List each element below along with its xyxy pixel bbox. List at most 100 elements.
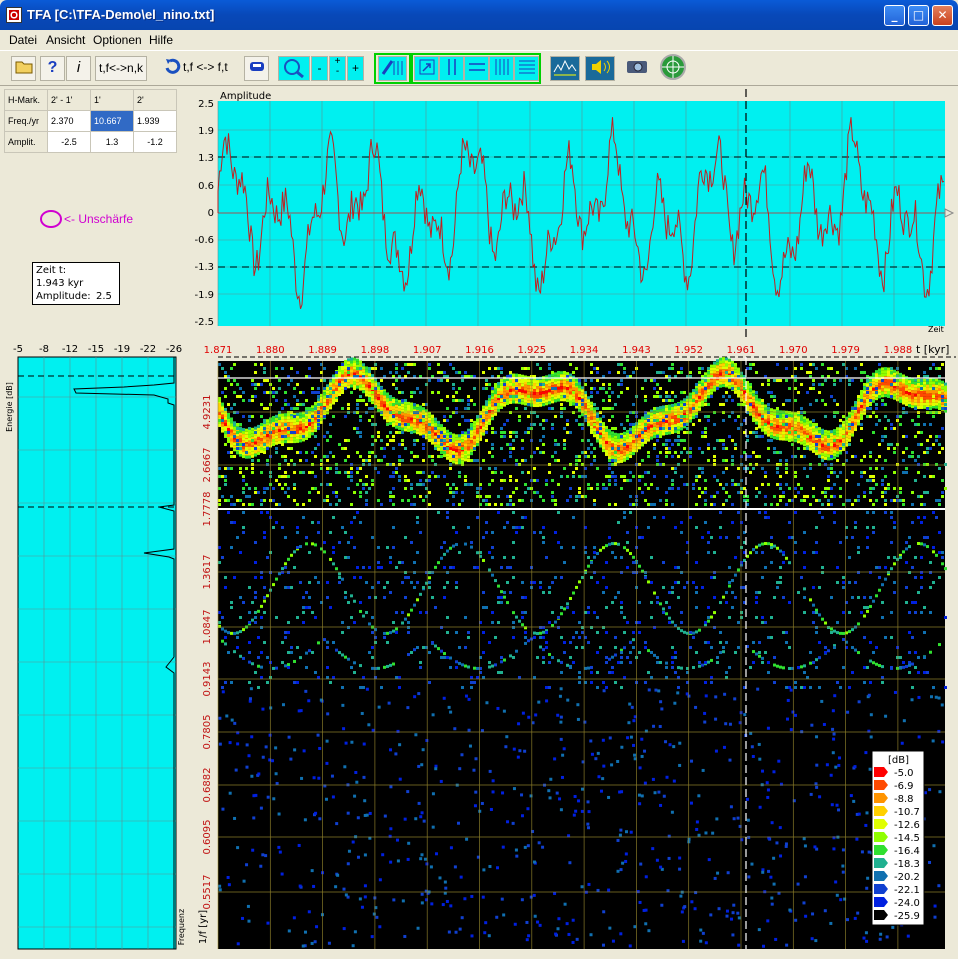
menu-datei[interactable]: Datei [9, 33, 37, 47]
spectrum-cell [587, 396, 590, 400]
spectrum-cell [704, 503, 707, 506]
spectrum-cell [932, 475, 935, 478]
spectrum-cell [833, 439, 836, 442]
spectrum-cell [554, 451, 557, 454]
spectrum-cell [452, 411, 455, 414]
spectrum-cell [644, 437, 647, 441]
spectrum-cell [659, 463, 662, 466]
spectrum-cell [257, 431, 260, 434]
spectrum-cell [704, 435, 707, 438]
spectrum-cell [590, 387, 593, 390]
spectrum-cell [785, 463, 788, 466]
marker-vertical-multi-icon[interactable] [489, 56, 514, 81]
spectrum-cell [626, 479, 629, 482]
spectrum-cell [671, 443, 674, 446]
spectrum-cell [428, 435, 431, 439]
spectrum-cell [689, 447, 692, 450]
close-button[interactable]: ✕ [932, 5, 953, 26]
marker-arrow-icon[interactable] [414, 56, 439, 81]
marker-horizontal-multi-icon[interactable] [514, 56, 539, 81]
spectrum-cell [488, 404, 491, 408]
marker-cell[interactable]: 1.3 [90, 131, 134, 153]
speaker-icon[interactable] [585, 56, 615, 81]
tf-nk-convert-button[interactable]: t,f<->n,k [95, 56, 148, 81]
minimize-button[interactable]: _ [884, 5, 905, 26]
marker-horizontal-pair-icon[interactable] [464, 56, 489, 81]
spectrum-cell [854, 428, 857, 432]
spectrum-cell [278, 463, 281, 466]
spectrum-cell [278, 425, 281, 429]
spectrum-cell [896, 386, 899, 390]
spectrum-cell [266, 487, 269, 490]
window-title: TFA [C:\TFA-Demo\el_nino.txt] [27, 7, 215, 22]
spectrum-cell [284, 566, 287, 569]
spectrum-cell [881, 495, 884, 498]
spectrum-cell [455, 458, 458, 462]
spectrum-cell [656, 455, 659, 458]
car-icon[interactable] [244, 56, 269, 81]
spectrum-cell [884, 391, 887, 395]
magnifier-icon[interactable] [278, 56, 310, 81]
tf-ft-swap-button[interactable]: t,f <-> f,t [180, 56, 231, 81]
spectrum-cell [578, 423, 581, 426]
zoom-in-button[interactable]: + [347, 56, 364, 81]
cursor-marker-icon[interactable] [378, 56, 407, 81]
menu-ansicht[interactable]: Ansicht [46, 33, 85, 47]
spectrum-cell [896, 395, 899, 399]
spectrum-cell [632, 437, 635, 441]
info-icon[interactable]: i [66, 56, 91, 81]
zoom-step-down[interactable]: - [336, 66, 339, 77]
spectrum-cell [476, 428, 479, 432]
spectrum-cell [476, 551, 479, 555]
marker-cell[interactable]: 2.370 [47, 110, 91, 132]
spectrum-cell [701, 471, 704, 474]
spectrum-cell [818, 463, 821, 466]
energy-panel[interactable]: -5 -8 -12 -15 -19 -22 -26 Energie [dB] F… [4, 337, 188, 955]
spectrogram-panel[interactable]: 1.871 1.880 1.889 1.898 1.907 1.916 1.925 1.934… [188, 337, 958, 955]
marker-cell[interactable]: 1.939 [133, 110, 177, 132]
marker-vertical-pair-icon[interactable] [439, 56, 464, 81]
spectrum-cell [299, 418, 302, 422]
spectrum-cell [695, 394, 698, 398]
spectrum-cell [902, 407, 905, 410]
marker-cell[interactable]: 10.667 [90, 110, 134, 132]
help-icon[interactable]: ? [40, 56, 65, 81]
spectrum-cell [596, 487, 599, 490]
spectrum-cell [230, 546, 233, 549]
spectrum-cell [323, 403, 326, 406]
open-folder-icon[interactable] [11, 56, 36, 81]
spectrum-cell [452, 544, 455, 548]
spectrum-cell [656, 435, 659, 438]
spectrum-cell [428, 379, 431, 382]
app-icon[interactable] [6, 7, 22, 23]
spectrum-cell [503, 385, 506, 389]
spectrum-icon[interactable] [550, 56, 580, 81]
spectrum-cell [614, 441, 617, 445]
menu-optionen[interactable]: Optionen [93, 33, 142, 47]
spectrum-cell [749, 455, 752, 458]
spectrum-cell [542, 400, 545, 404]
amplitude-panel[interactable]: Amplitude Zeit 2.5 1.9 1.3 0.6 0 -0.6 -1… [188, 87, 958, 337]
spectrum-cell [329, 435, 332, 438]
spectrum-cell [779, 415, 782, 418]
spectrum-cell [446, 435, 449, 439]
spectrum-cell [401, 431, 404, 434]
zoom-out-button[interactable]: - [311, 56, 328, 81]
maximize-button[interactable]: □ [908, 5, 929, 26]
spectrum-cell [233, 650, 236, 654]
camera-icon[interactable] [624, 56, 649, 81]
target-icon[interactable] [659, 54, 686, 81]
spectrum-cell [380, 459, 383, 462]
zoom-stepper[interactable]: + - [329, 56, 346, 81]
spectrum-cell [620, 453, 623, 457]
marker-cell[interactable]: -1.2 [133, 131, 177, 153]
blur-circle-icon[interactable] [40, 210, 62, 228]
menu-hilfe[interactable]: Hilfe [149, 33, 173, 47]
spectrum-cell [401, 443, 404, 446]
spectrum-cell [260, 571, 263, 574]
spectrum-cell [449, 435, 452, 438]
spectrum-cell [236, 646, 239, 649]
spectrum-cell [446, 432, 449, 436]
marker-cell[interactable]: -2.5 [47, 131, 91, 153]
spectrum-cell [284, 419, 287, 423]
